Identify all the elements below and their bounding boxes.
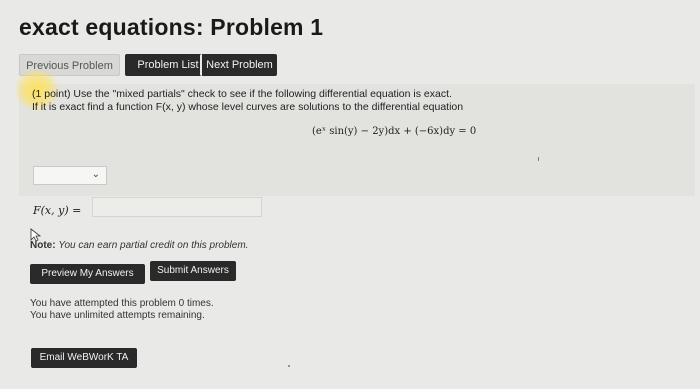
preview-answers-button[interactable]: Preview My Answers xyxy=(30,264,145,284)
f-answer-input[interactable] xyxy=(92,197,262,217)
attempts-count: You have attempted this problem 0 times. xyxy=(30,298,214,309)
attempts-remaining: You have unlimited attempts remaining. xyxy=(30,310,205,321)
f-label: F(x, y) = xyxy=(33,204,82,217)
speck xyxy=(538,157,539,161)
note: Note: You can earn partial credit on thi… xyxy=(30,240,248,251)
note-text: You can earn partial credit on this prob… xyxy=(58,240,249,251)
page-title: exact equations: Problem 1 xyxy=(19,14,324,40)
problem-line-2: If it is exact find a function F(x, y) w… xyxy=(32,101,464,113)
speck xyxy=(288,365,290,367)
submit-answers-button[interactable]: Submit Answers xyxy=(150,261,236,281)
note-label: Note: xyxy=(30,240,56,251)
exact-select[interactable]: ⌄ xyxy=(33,166,107,185)
chevron-down-icon: ⌄ xyxy=(91,169,100,180)
attempts-info: You have attempted this problem 0 times.… xyxy=(30,298,214,322)
next-problem-button[interactable]: Next Problem xyxy=(200,54,277,76)
email-ta-button[interactable]: Email WeBWorK TA xyxy=(31,348,137,368)
problem-list-button[interactable]: Problem List xyxy=(125,54,211,76)
problem-line-1: (1 point) Use the "mixed partials" check… xyxy=(32,88,452,100)
differential-equation: (eˣ sin(y) − 2y)dx + (−6x)dy = 0 xyxy=(312,126,477,137)
problem-statement: (1 point) Use the "mixed partials" check… xyxy=(32,88,463,114)
